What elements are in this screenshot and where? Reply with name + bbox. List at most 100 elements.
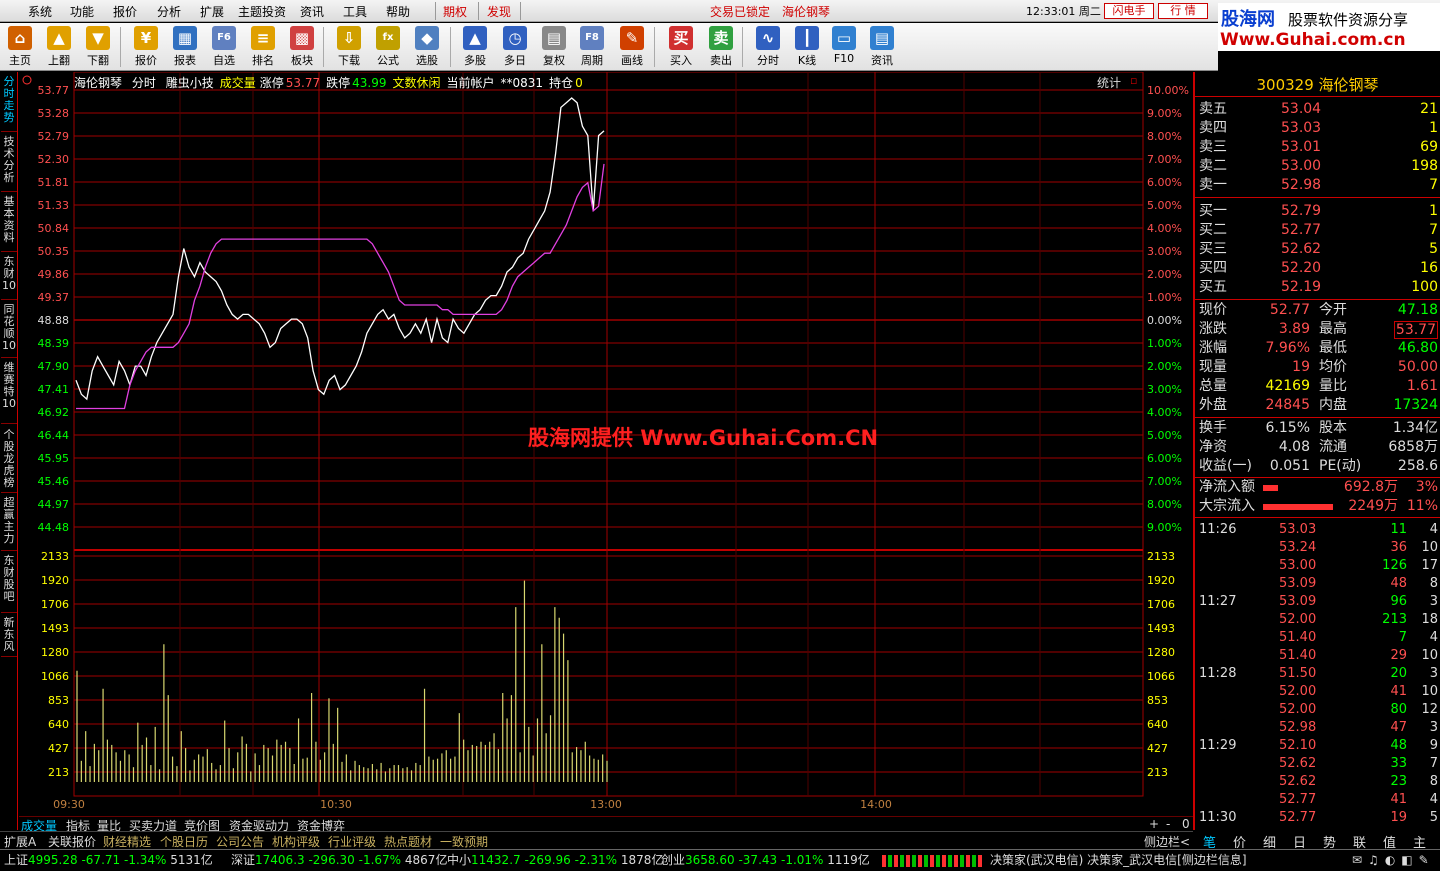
side-tab-0[interactable]: 分时走势 (1, 76, 17, 132)
finance-label-2: 股本 (1319, 420, 1347, 436)
ask-row[interactable]: 卖二 53.00 198 (1197, 157, 1438, 176)
ask-row[interactable]: 卖一 52.98 7 (1197, 176, 1438, 195)
toolbar-f6-button[interactable]: F6 自选 (206, 26, 242, 68)
bid-row[interactable]: 买五 52.19 100 (1197, 278, 1438, 297)
toolbar-label: 复权 (543, 54, 565, 67)
toolbar-yuan-button[interactable]: ¥ 报价 (128, 26, 164, 68)
side-tab-3[interactable]: 东财10 (1, 256, 17, 300)
zoom-button-0[interactable]: + (1149, 817, 1159, 831)
chart-tool[interactable]: 雕虫小技 (166, 76, 214, 90)
menu-options[interactable]: 期权 (443, 3, 467, 20)
pct-tick-label: 6.00% (1147, 176, 1182, 189)
price-tick-label: 47.90 (38, 360, 70, 373)
logo-url: Www.Guhai.com.cn (1220, 30, 1406, 50)
toolbar-home-button[interactable]: ⌂ 主页 (2, 26, 38, 68)
toolbar-multi-stock-button[interactable]: ▲ 多股 (457, 26, 493, 68)
menu-help[interactable]: 帮助 (386, 3, 410, 20)
zoom-button-2[interactable]: 0 (1182, 817, 1190, 831)
volume-tick-label-right: 640 (1147, 718, 1168, 731)
bid-row[interactable]: 买三 52.62 5 (1197, 240, 1438, 259)
limit-up-label: 涨停 (259, 76, 284, 90)
toolbar-f8-button[interactable]: F8 周期 (574, 26, 610, 68)
side-tab-9[interactable]: 新东风 (1, 617, 17, 657)
stat-label-2: 最低 (1319, 340, 1347, 356)
toolbar-buy-button[interactable]: 买买入 (663, 26, 699, 68)
status-icons[interactable]: ✉♫◐◧✎ (1352, 850, 1435, 870)
flash-trade-button[interactable]: 闪电手 (1104, 3, 1154, 19)
chart-mode[interactable]: 分时 (132, 76, 156, 90)
toolbar-sector-button[interactable]: ▩ 板块 (284, 26, 320, 68)
menu-news[interactable]: 资讯 (300, 3, 324, 20)
func-tab-1[interactable]: 关联报价 (48, 833, 96, 850)
index-sh[interactable]: 上证4995.28 -67.71 -1.34% 5131亿 (4, 850, 213, 870)
toolbar-formula-button[interactable]: fx 公式 (370, 26, 406, 68)
side-tab-6[interactable]: 个股龙虎榜 (1, 429, 17, 493)
toolbar-multi-day-button[interactable]: ◷ 多日 (497, 26, 533, 68)
toolbar-arrow-up-button[interactable]: ▲ 上翻 (41, 26, 77, 68)
func-tab-8[interactable]: 一致预期 (440, 833, 488, 850)
tick-count: 7 (1429, 756, 1438, 771)
bid-row[interactable]: 买二 52.77 7 (1197, 221, 1438, 240)
volume-tick-label-right: 853 (1147, 694, 1168, 707)
menu-extend[interactable]: 扩展 (200, 3, 224, 20)
toolbar-rank-button[interactable]: ≡ 排名 (245, 26, 281, 68)
func-tab-4[interactable]: 公司公告 (216, 833, 264, 850)
side-tab-1[interactable]: 技术分析 (1, 136, 17, 192)
bid-volume: 100 (1411, 279, 1438, 295)
toolbar-download-button[interactable]: ⇩ 下载 (331, 26, 367, 68)
menu-theme-invest[interactable]: 主题投资 (238, 3, 286, 20)
tick-count: 3 (1429, 720, 1438, 735)
price-tick-label: 52.30 (38, 153, 70, 166)
news-ticker[interactable]: 决策家(武汉电信) 决策家_武汉电信[侧边栏信息] (990, 850, 1247, 870)
toolbar-label: 上翻 (48, 54, 70, 67)
stats-button[interactable]: 统计 (1097, 74, 1121, 91)
toolbar-sell-button[interactable]: 卖卖出 (703, 26, 739, 68)
index-sz[interactable]: 深证17406.3 -296.30 -1.67% 4867亿 (231, 850, 447, 870)
side-tab-8[interactable]: 东财股吧 (1, 555, 17, 613)
side-tab-4[interactable]: 同花顺10 (1, 304, 17, 358)
ask-row[interactable]: 卖四 53.03 1 (1197, 119, 1438, 138)
ask-row[interactable]: 卖三 53.01 69 (1197, 138, 1438, 157)
toolbar-report-button[interactable]: ▦ 报表 (167, 26, 203, 68)
func-tab-2[interactable]: 财经精选 (103, 833, 151, 850)
menu-quote[interactable]: 报价 (113, 3, 137, 20)
func-tab-0[interactable]: 扩展A (4, 833, 36, 850)
index-smallcap[interactable]: 中小11432.7 -269.96 -2.31% 1878亿 (447, 850, 663, 870)
toolbar-f10-button[interactable]: ▭ F10 (826, 26, 862, 68)
side-tab-5[interactable]: 维赛特10 (1, 362, 17, 424)
toolbar-arrow-down-button[interactable]: ▼ 下翻 (80, 26, 116, 68)
func-tab-5[interactable]: 机构评级 (272, 833, 320, 850)
pct-tick-label: 9.00% (1147, 521, 1182, 534)
func-tab-7[interactable]: 热点题材 (384, 833, 432, 850)
toolbar-kline-button[interactable]: ┃ K线 (789, 26, 825, 68)
func-tab-3[interactable]: 个股日历 (160, 833, 208, 850)
toolbar-draw-line-button[interactable]: ✎ 画线 (614, 26, 650, 68)
quote-mode-button[interactable]: 行 情 (1158, 3, 1208, 19)
toolbar-news-button[interactable]: ▤ 资讯 (864, 26, 900, 68)
func-tab-6[interactable]: 行业评级 (328, 833, 376, 850)
limit-up-value: 53.77 (285, 76, 321, 90)
index-chinext[interactable]: 创业3658.60 -37.43 -1.01% 1119亿 (661, 850, 870, 870)
toolbar-restore-right-button[interactable]: ▤ 复权 (536, 26, 572, 68)
bid-row[interactable]: 买一 52.79 1 (1197, 202, 1438, 221)
multi-stock-icon: ▲ (463, 26, 487, 50)
menu-function[interactable]: 功能 (70, 3, 94, 20)
tick-count: 4 (1429, 792, 1438, 807)
zoom-button-1[interactable]: - (1166, 817, 1170, 831)
arrow-up-icon: ▲ (47, 26, 71, 50)
menu-system[interactable]: 系统 (28, 3, 52, 20)
volume-tick-label: 853 (48, 694, 69, 707)
bid-row[interactable]: 买四 52.20 16 (1197, 259, 1438, 278)
toolbar-intraday-button[interactable]: ∿ 分时 (750, 26, 786, 68)
ask-row[interactable]: 卖五 53.04 21 (1197, 100, 1438, 119)
toolbar-pick-stock-button[interactable]: ◆ 选股 (409, 26, 445, 68)
menu-discover[interactable]: 发现 (487, 3, 511, 20)
finance-value-2: 258.6 (1397, 458, 1438, 474)
chart-close-icon[interactable]: ▫ (1130, 74, 1137, 87)
menu-analysis[interactable]: 分析 (157, 3, 181, 20)
side-tab-2[interactable]: 基本资料 (1, 196, 17, 252)
side-tab-7[interactable]: 超赢主力 (1, 497, 17, 551)
menu-tools[interactable]: 工具 (343, 3, 367, 20)
sidebar-toggle[interactable]: 侧边栏< (1144, 833, 1190, 850)
volume-tick-label: 1066 (41, 670, 69, 683)
